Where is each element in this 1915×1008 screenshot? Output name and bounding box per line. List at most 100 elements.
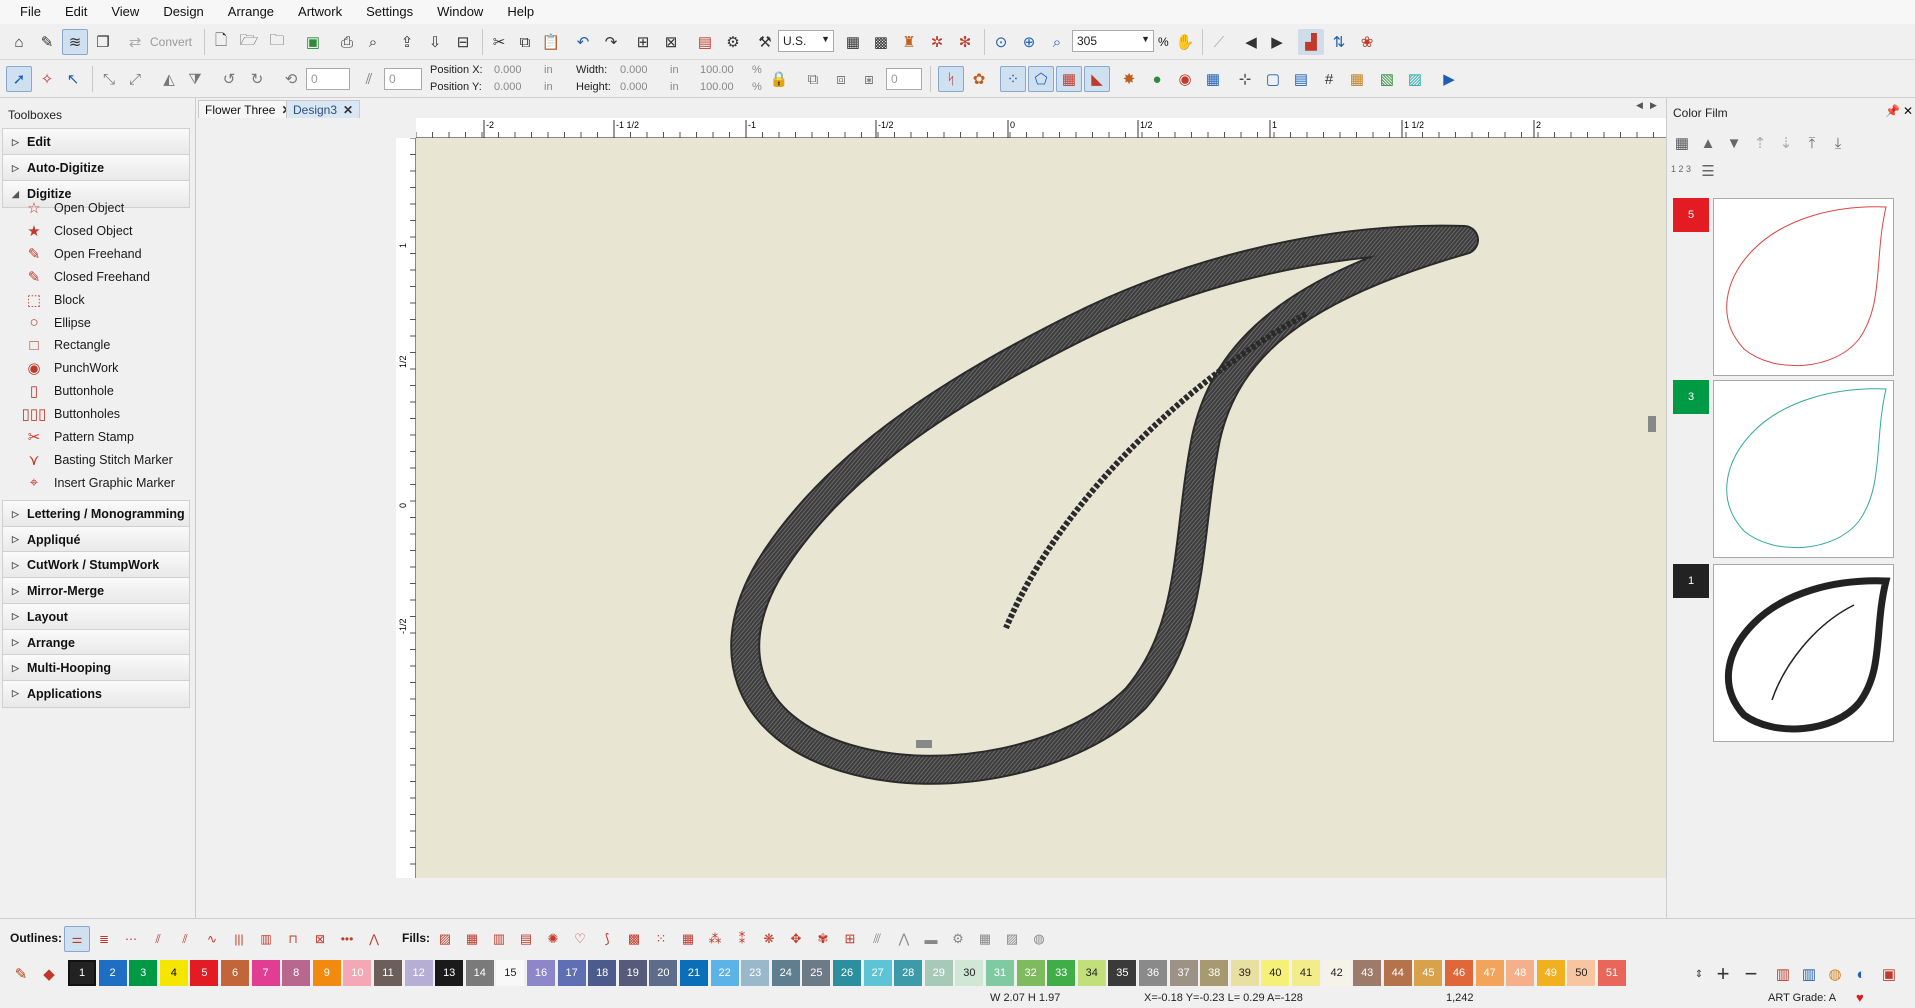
palette-scroll-icon[interactable]: ⇕	[1686, 961, 1712, 987]
thread-chart-icon[interactable]: ▥	[1770, 961, 1796, 987]
color-swatch-26[interactable]: 26	[833, 960, 861, 986]
table-icon[interactable]: ▤	[1288, 66, 1314, 92]
convert-button[interactable]: Convert	[150, 35, 192, 49]
toolbox-section-auto-digitize[interactable]: ▷ Auto-Digitize	[2, 154, 190, 182]
toolbox-section-multi-hooping[interactable]: ▷ Multi-Hooping	[2, 654, 190, 683]
color-swatch-27[interactable]: 27	[863, 960, 892, 986]
color-swatch-50[interactable]: 50	[1567, 960, 1596, 986]
toolbox-section-edit[interactable]: ▷ Edit	[2, 128, 190, 156]
move-bottom-icon[interactable]: ⤓	[1825, 130, 1851, 156]
color-sort-icon[interactable]: ▤	[692, 29, 718, 55]
convert-icon[interactable]: ⇄	[122, 29, 148, 55]
design-canvas[interactable]	[416, 138, 1836, 878]
stitch-simulator-icon[interactable]: ✲	[924, 29, 950, 55]
menu-arrange[interactable]: Arrange	[216, 0, 286, 24]
slant-field[interactable]: 0	[384, 68, 422, 90]
film-view-icon[interactable]: ▦	[1669, 130, 1695, 156]
color-swatch-11[interactable]: 11	[374, 960, 402, 986]
tab-flower-three[interactable]: Flower Three ✕	[198, 100, 299, 118]
menu-design[interactable]: Design	[151, 0, 215, 24]
open-recent-icon[interactable]: 🗀	[264, 29, 290, 55]
reshape-icon[interactable]: ✧	[34, 66, 60, 92]
slant-icon[interactable]: ⫽	[356, 66, 382, 92]
mirror-vertical-icon[interactable]: ⧩	[182, 66, 208, 92]
fill-stitch-icon[interactable]: ⊞	[837, 926, 863, 952]
outline-stitch-icon[interactable]: ⊓	[280, 926, 306, 952]
color-swatch-51[interactable]: 51	[1598, 960, 1626, 986]
fill-stitch-icon[interactable]: ✺	[540, 926, 566, 952]
show-3d-icon[interactable]: ✸	[1116, 66, 1142, 92]
menu-file[interactable]: File	[8, 0, 53, 24]
outline-stitch-icon[interactable]: ⋀	[361, 926, 387, 952]
rotate-45-icon[interactable]: ↻	[244, 66, 270, 92]
fill-stitch-icon[interactable]: ❋	[756, 926, 782, 952]
hoop-target-icon[interactable]: ✻	[952, 29, 978, 55]
redo-icon[interactable]: ↷	[598, 29, 624, 55]
color-swatch-32[interactable]: 32	[1016, 960, 1045, 986]
vertical-scroll-thumb[interactable]	[1648, 416, 1656, 432]
previous-icon[interactable]: ◀	[1238, 29, 1264, 55]
pan-hand-icon[interactable]: ✋	[1172, 29, 1198, 55]
tool-pattern-stamp[interactable]: ✂ Pattern Stamp	[22, 425, 134, 449]
color-swatch-9[interactable]: 9	[312, 960, 341, 986]
fill-stitch-icon[interactable]: ▬	[918, 926, 944, 952]
color-swatch-7[interactable]: 7	[251, 960, 280, 986]
save-icon[interactable]: ▣	[300, 29, 326, 55]
color-swatch-3[interactable]: 3	[129, 960, 158, 986]
outline-stitch-icon[interactable]: ⫽	[145, 926, 171, 952]
remove-color-icon[interactable]: −	[1738, 961, 1764, 987]
next-icon[interactable]: ▶	[1264, 29, 1290, 55]
color-swatch-4[interactable]: 4	[159, 960, 188, 986]
toolbox-section-appliqu-[interactable]: ▷ Appliqué	[2, 525, 190, 554]
tab-scroll-right-icon[interactable]: ▶	[1650, 100, 1657, 111]
outline-stitch-icon[interactable]: |||	[226, 926, 252, 952]
color-swatch-12[interactable]: 12	[404, 960, 433, 986]
tool-closed-freehand[interactable]: ✎ Closed Freehand	[22, 265, 150, 289]
color-swatch-8[interactable]: 8	[282, 960, 311, 986]
stitch-mode-icon[interactable]: ≋	[62, 29, 88, 55]
width-percent-field[interactable]: 100.00	[700, 64, 734, 76]
thread-match-icon[interactable]: ▥	[1796, 961, 1822, 987]
close-icon[interactable]: ✕	[1903, 104, 1913, 118]
new-file-icon[interactable]: 🗋	[208, 29, 234, 55]
mirror-horizontal-icon[interactable]: ◭	[156, 66, 182, 92]
color-swatch-19[interactable]: 19	[618, 960, 647, 986]
color-swatch-33[interactable]: 33	[1047, 960, 1076, 986]
menu-settings[interactable]: Settings	[354, 0, 425, 24]
color-swatch-15[interactable]: 15	[496, 960, 525, 986]
height-field[interactable]: 0.000	[620, 81, 648, 93]
tool-basting-stitch-marker[interactable]: ⋎ Basting Stitch Marker	[22, 448, 173, 472]
color-swatch-23[interactable]: 23	[741, 960, 770, 986]
zoom-1to1-icon[interactable]: ⊙	[988, 29, 1014, 55]
rotate-15-icon[interactable]: ↺	[216, 66, 242, 92]
film-thumbnail[interactable]	[1713, 564, 1894, 742]
send-to-machine-icon[interactable]: ⇪	[394, 29, 420, 55]
move-down-icon[interactable]: ▼	[1721, 130, 1747, 156]
show-thread-icon[interactable]: ●	[1144, 66, 1170, 92]
rotate-field[interactable]: 0	[306, 68, 350, 90]
fill-stitch-icon[interactable]: ▥	[486, 926, 512, 952]
color-swatch-48[interactable]: 48	[1506, 960, 1535, 986]
color-swatch-38[interactable]: 38	[1200, 960, 1229, 986]
outline-stitch-icon[interactable]: ⚌	[64, 926, 90, 952]
color-swatch-49[interactable]: 49	[1536, 960, 1565, 986]
undo-icon[interactable]: ↶	[570, 29, 596, 55]
stitch-view-icon[interactable]: ᛋ	[938, 66, 964, 92]
color-swatch-6[interactable]: 6	[221, 960, 249, 986]
pattern-fill-icon[interactable]: ▨	[1402, 66, 1428, 92]
film-thumbnail[interactable]	[1713, 198, 1894, 376]
menu-help[interactable]: Help	[495, 0, 546, 24]
move-up-icon[interactable]: ▲	[1695, 130, 1721, 156]
fill-stitch-icon[interactable]: ✾	[810, 926, 836, 952]
menu-window[interactable]: Window	[425, 0, 495, 24]
lock-icon[interactable]: 🔒	[766, 66, 792, 92]
tools-icon[interactable]: ⚒	[752, 29, 778, 55]
outline-stitch-icon[interactable]: ≣	[91, 926, 117, 952]
color-swatch-28[interactable]: 28	[894, 960, 923, 986]
overlap-icon[interactable]: ❐	[90, 29, 116, 55]
show-artwork-icon[interactable]: ◣	[1084, 66, 1110, 92]
point-select-icon[interactable]: ↖	[60, 66, 86, 92]
tool-open-object[interactable]: ☆ Open Object	[22, 196, 124, 220]
close-icon[interactable]: ✕	[343, 103, 353, 117]
fill-stitch-icon[interactable]: ♡	[567, 926, 593, 952]
